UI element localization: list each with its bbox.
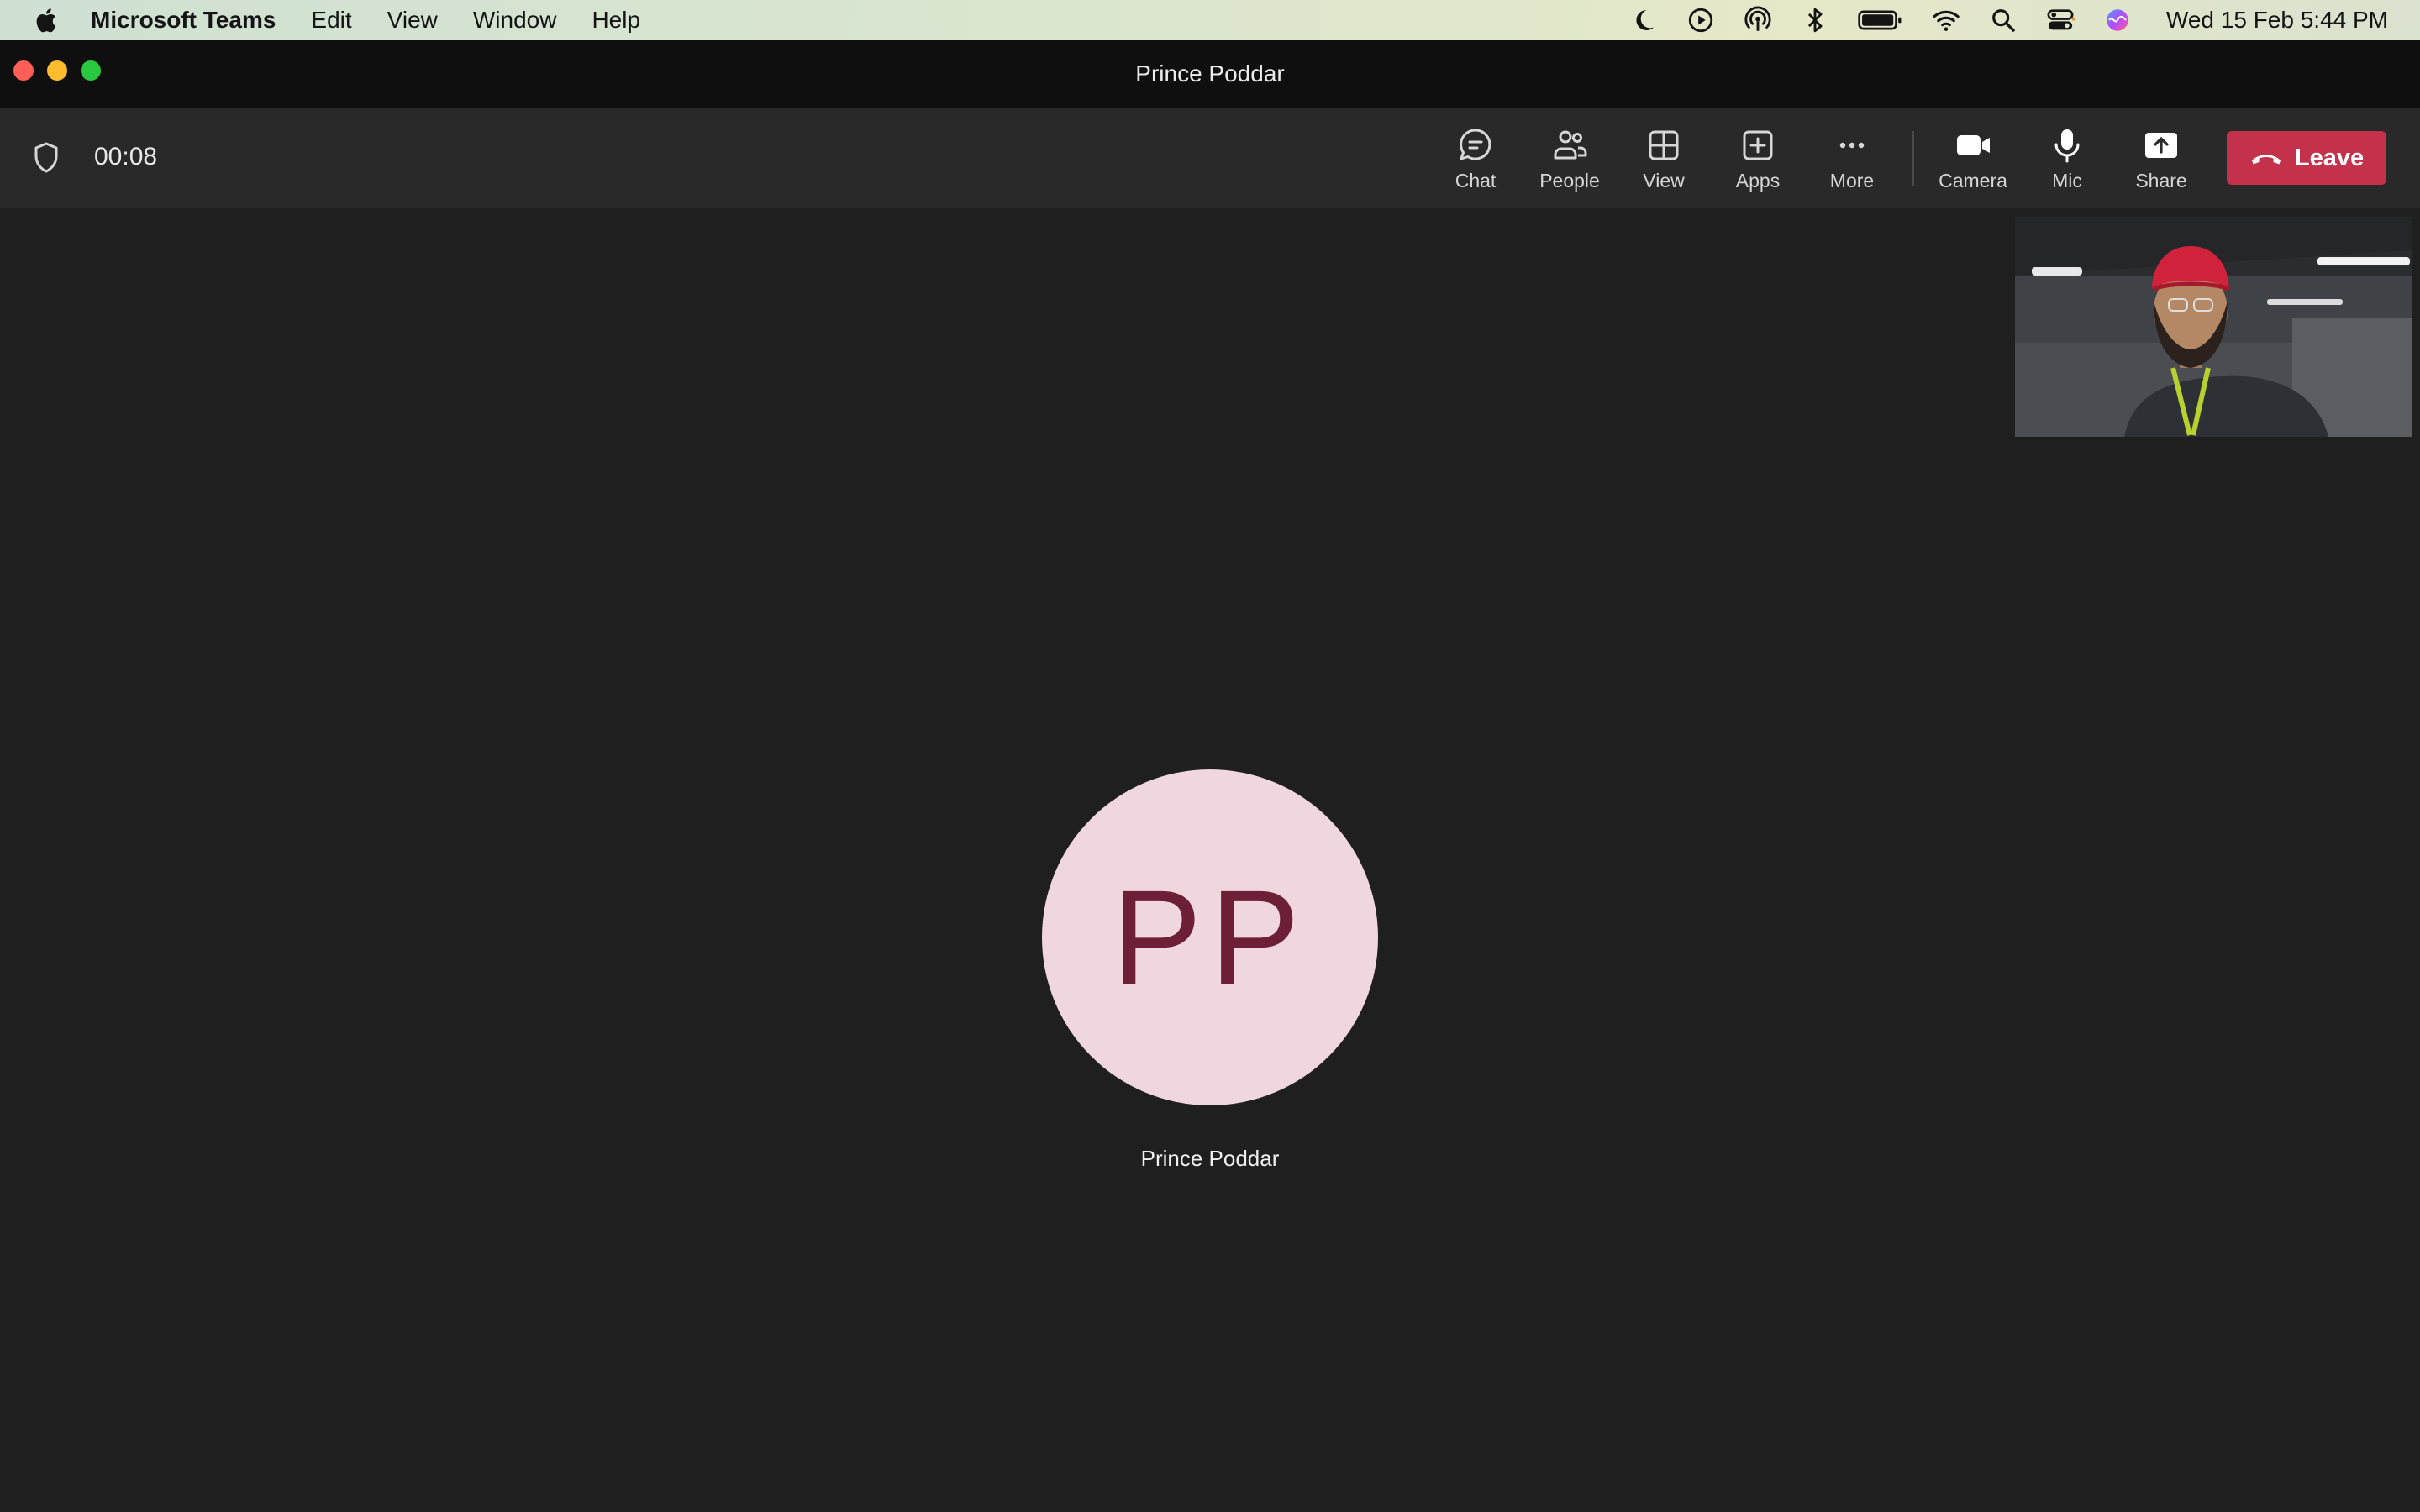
participant-avatar: PP [1042,769,1378,1105]
chat-icon [1460,129,1491,160]
share-button[interactable]: Share [2116,126,2207,193]
people-icon [1554,130,1587,160]
apps-label: Apps [1735,170,1781,192]
self-view-video-frame [2015,217,2412,437]
airdrop-icon[interactable] [1743,5,1773,35]
toolbar-divider [1912,131,1914,186]
participant-initials: PP [1112,862,1308,1012]
leave-button[interactable]: Leave [2227,131,2386,185]
add-app-icon [1743,130,1773,160]
window-title-bar: Prince Poddar [0,40,2420,108]
self-view-video[interactable] [2015,217,2412,437]
play-circle-icon[interactable] [1686,5,1716,35]
battery-icon[interactable] [1857,5,1904,35]
mic-icon [2054,129,2080,163]
more-icon [1839,142,1865,149]
more-button[interactable]: More [1807,126,1897,193]
view-label: View [1643,170,1685,192]
spotlight-search-icon[interactable] [1988,5,2018,35]
menu-view[interactable]: View [387,7,438,34]
camera-icon [1957,135,1990,155]
chat-label: Chat [1455,170,1497,192]
menu-help[interactable]: Help [592,7,640,34]
view-button[interactable]: View [1618,126,1709,193]
leave-label: Leave [2294,144,2365,171]
grid-icon [1649,130,1679,160]
menu-window[interactable]: Window [473,7,557,34]
menu-bar-clock[interactable]: Wed 15 Feb 5:44 PM [2166,7,2388,34]
meeting-toolbar: 00:08 Chat People View Apps More Camera … [0,108,2420,208]
participant-name: Prince Poddar [1140,1146,1280,1171]
hang-up-icon [2251,155,2281,165]
meeting-timer: 00:08 [94,143,158,171]
moon-icon[interactable] [1628,5,1659,35]
share-label: Share [2135,170,2187,192]
people-label: People [1539,170,1600,192]
apps-button[interactable]: Apps [1712,126,1803,193]
share-icon [2145,133,2177,158]
camera-button[interactable]: Camera [1928,126,2018,193]
chat-button[interactable]: Chat [1430,126,1521,193]
apple-logo-icon[interactable] [32,6,57,34]
more-label: More [1829,170,1875,192]
people-button[interactable]: People [1524,126,1615,193]
menu-edit[interactable]: Edit [311,7,351,34]
meeting-stage: PP Prince Poddar [0,208,2420,1512]
mic-button[interactable]: Mic [2022,126,2112,193]
window-title: Prince Poddar [1135,60,1285,87]
siri-icon[interactable] [2102,5,2133,35]
menu-app-name[interactable]: Microsoft Teams [91,7,276,34]
macos-menu-bar: Microsoft Teams Edit View Window Help We… [0,0,2420,40]
shield-icon[interactable] [32,141,60,175]
mic-label: Mic [2052,170,2082,192]
control-center-icon[interactable] [2045,5,2075,35]
bluetooth-icon[interactable] [1800,5,1830,35]
camera-label: Camera [1939,170,2007,192]
wifi-icon[interactable] [1931,5,1961,35]
menu-bar-status-area: Wed 15 Feb 5:44 PM [1602,0,2388,40]
